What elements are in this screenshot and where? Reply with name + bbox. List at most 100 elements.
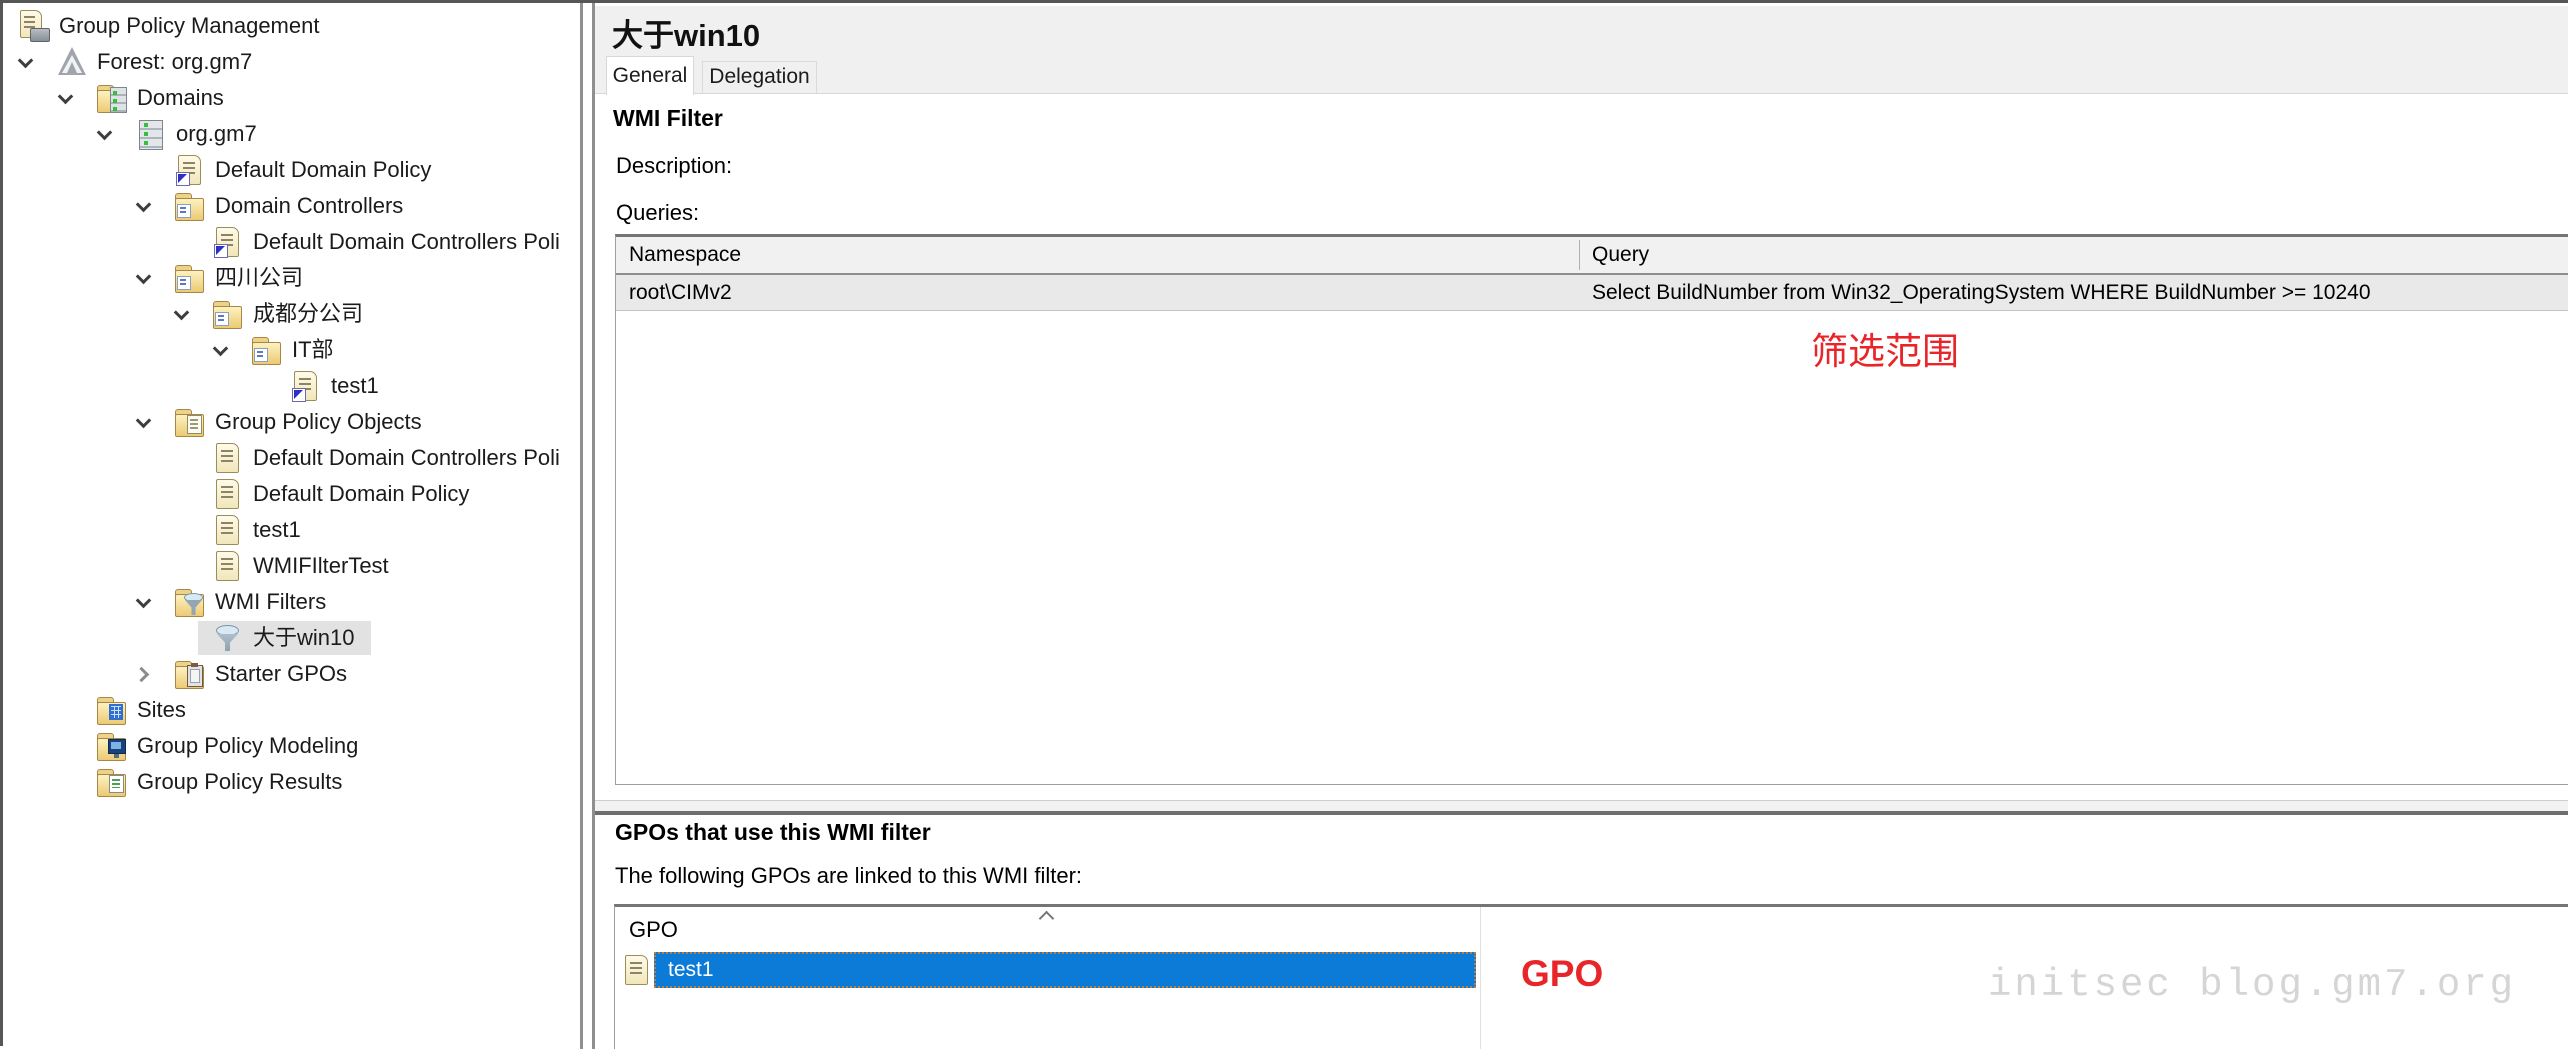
tree-item-default-domain-controllers-poli[interactable]: Default Domain Controllers Poli	[3, 224, 580, 260]
tree-item-label: Group Policy Modeling	[137, 728, 358, 764]
tree-item-default-domain-policy[interactable]: Default Domain Policy	[3, 476, 580, 512]
tree-item-forest-org-gm7[interactable]: Forest: org.gm7	[3, 44, 580, 80]
queries-column-header-namespace[interactable]: Namespace	[616, 237, 741, 273]
gpo-icon	[211, 441, 245, 475]
gpo-icon	[211, 513, 245, 547]
starter-folder-icon	[173, 657, 207, 691]
tree-item-label: Group Policy Objects	[215, 404, 422, 440]
page-title: 大于win10	[612, 10, 760, 55]
tree-item-wmifiltertest[interactable]: WMIFIlterTest	[3, 548, 580, 584]
tree-item-label: Sites	[137, 692, 186, 728]
gpo-column-header[interactable]: GPO	[629, 917, 678, 943]
tree-item-domains[interactable]: Domains	[3, 80, 580, 116]
queries-column-header-query[interactable]: Query	[1579, 237, 1649, 273]
tree-item-group-policy-management[interactable]: Group Policy Management	[3, 8, 580, 44]
chevron-down-icon[interactable]	[97, 127, 111, 141]
tree-item-label: Group Policy Results	[137, 764, 342, 800]
queries-table-row[interactable]: root\CIMv2 Select BuildNumber from Win32_…	[616, 275, 2568, 311]
gpo-row-label: test1	[668, 952, 714, 988]
gpo-link-icon	[173, 153, 207, 187]
gpo-link-icon	[211, 225, 245, 259]
tab-delegation[interactable]: Delegation	[702, 61, 817, 93]
chevron-down-icon[interactable]	[18, 55, 32, 69]
wmi-folder-icon	[173, 585, 207, 619]
tree-item-group-policy-results[interactable]: Group Policy Results	[3, 764, 580, 800]
tree-item-label: org.gm7	[176, 116, 257, 152]
gpo-icon	[211, 477, 245, 511]
tree-item-label: WMI Filters	[215, 584, 326, 620]
tree-item-label: 大于win10	[253, 620, 354, 656]
tree-item-label: IT部	[292, 332, 334, 368]
pane-splitter[interactable]	[580, 3, 583, 1049]
domain-icon	[134, 117, 168, 151]
tree-item-starter-gpos[interactable]: Starter GPOs	[3, 656, 580, 692]
queries-table-header: Namespace Query	[616, 237, 2568, 275]
tree-item-wmi-filters[interactable]: WMI Filters	[3, 584, 580, 620]
tree-item-sites[interactable]: Sites	[3, 692, 580, 728]
tree-item-group-policy-objects[interactable]: Group Policy Objects	[3, 404, 580, 440]
chevron-right-icon[interactable]	[136, 667, 150, 681]
tree-item-label: Default Domain Policy	[253, 476, 469, 512]
chevron-down-icon[interactable]	[213, 343, 227, 357]
description-label: Description:	[616, 153, 732, 179]
tree-item-label: 成都分公司	[253, 296, 363, 332]
gpo-link-icon	[289, 369, 323, 403]
ou-folder-icon	[250, 333, 284, 367]
tree-item-win10[interactable]: 大于win10	[3, 620, 580, 656]
tree-item-it[interactable]: IT部	[3, 332, 580, 368]
gpos-heading: GPOs that use this WMI filter	[615, 819, 931, 846]
queries-listbox: Namespace Query root\CIMv2 Select BuildNum…	[615, 234, 2568, 785]
tree-item-group-policy-modeling[interactable]: Group Policy Modeling	[3, 728, 580, 764]
tree-item-item[interactable]: 成都分公司	[3, 296, 580, 332]
tree-item-org-gm7[interactable]: org.gm7	[3, 116, 580, 152]
wmi-filter-heading: WMI Filter	[613, 105, 723, 132]
gpo-folder-icon	[173, 405, 207, 439]
results-folder-icon	[95, 765, 129, 799]
gpmc-window: Group Policy ManagementForest: org.gm7Do…	[0, 0, 2568, 1046]
tree-item-label: Default Domain Controllers Poli	[253, 224, 560, 260]
chevron-down-icon[interactable]	[136, 271, 150, 285]
queries-column-divider[interactable]	[1579, 240, 1580, 270]
tree-item-label: Starter GPOs	[215, 656, 347, 692]
selected-row-highlight	[654, 952, 1476, 988]
chevron-down-icon[interactable]	[58, 91, 72, 105]
wmi-filter-icon	[211, 621, 245, 655]
sites-folder-icon	[95, 693, 129, 727]
chevron-down-icon[interactable]	[136, 595, 150, 609]
query-cell-namespace: root\CIMv2	[616, 275, 732, 310]
gpo-icon	[620, 953, 654, 987]
tree-item-label: test1	[253, 512, 301, 548]
annotation-filter-scope: 筛选范围	[1811, 321, 1959, 375]
tree-item-label: Default Domain Policy	[215, 152, 431, 188]
tab-general[interactable]: General	[606, 56, 694, 95]
horizontal-splitter[interactable]	[595, 800, 2568, 815]
gpmc-root-icon	[17, 9, 51, 43]
tab-strip-underline	[595, 93, 2568, 94]
tree-item-label: Domains	[137, 80, 224, 116]
tree-item-domain-controllers[interactable]: Domain Controllers	[3, 188, 580, 224]
chevron-down-icon[interactable]	[174, 307, 188, 321]
ou-folder-icon	[173, 189, 207, 223]
tree-item-label: WMIFIlterTest	[253, 548, 389, 584]
tree-item-label: 四川公司	[215, 260, 303, 296]
chevron-down-icon[interactable]	[136, 415, 150, 429]
queries-label: Queries:	[616, 200, 699, 226]
watermark: initsec blog.gm7.org	[1988, 963, 2516, 1007]
tree-item-label: test1	[331, 368, 379, 404]
gpo-icon	[211, 549, 245, 583]
console-tree-pane: Group Policy ManagementForest: org.gm7Do…	[3, 3, 580, 1049]
sort-ascending-icon[interactable]	[1039, 909, 1055, 921]
modeling-icon	[95, 729, 129, 763]
query-cell-query: Select BuildNumber from Win32_OperatingS…	[1579, 275, 2371, 310]
tree-item-test1[interactable]: test1	[3, 512, 580, 548]
tree-item-label: Group Policy Management	[59, 8, 319, 44]
tree-item-item[interactable]: 四川公司	[3, 260, 580, 296]
tree-item-label: Default Domain Controllers Poli	[253, 440, 560, 476]
tree-item-label: Domain Controllers	[215, 188, 403, 224]
tree-item-default-domain-policy[interactable]: Default Domain Policy	[3, 152, 580, 188]
gpo-row-test1[interactable]: test1	[615, 951, 1515, 989]
chevron-down-icon[interactable]	[136, 199, 150, 213]
tree-item-test1[interactable]: test1	[3, 368, 580, 404]
tree-item-label: Forest: org.gm7	[97, 44, 252, 80]
tree-item-default-domain-controllers-poli[interactable]: Default Domain Controllers Poli	[3, 440, 580, 476]
